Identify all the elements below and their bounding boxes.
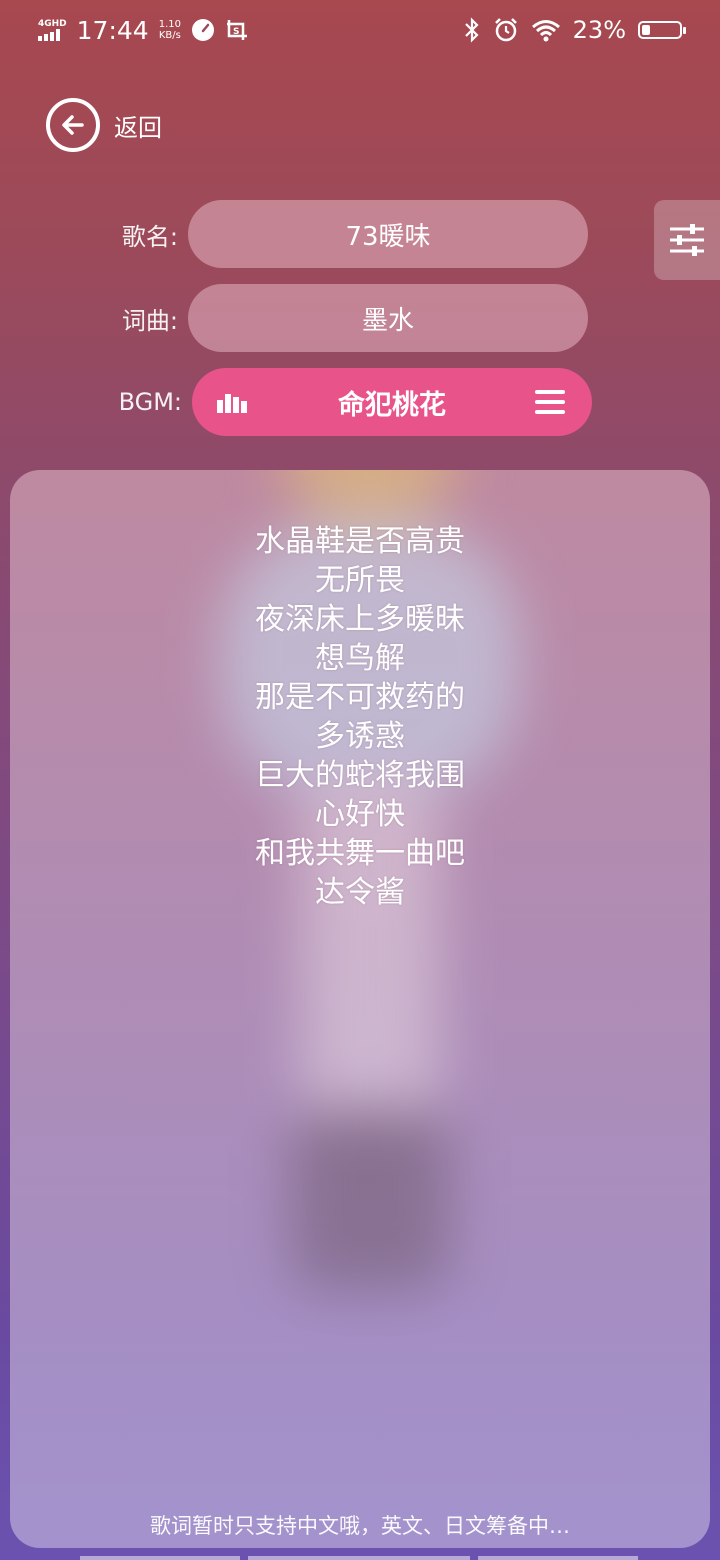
status-left: 4GHD 17:44 1.10 KB/s S (38, 16, 249, 45)
bluetooth-icon (464, 17, 479, 43)
writer-field[interactable]: 墨水 (188, 284, 588, 352)
back-label: 返回 (114, 113, 162, 142)
lyric-line: 水晶鞋是否高贵 (255, 524, 465, 559)
speed-unit: KB/s (158, 30, 181, 41)
lyric-line: 达令酱 (315, 875, 405, 910)
screenshot-icon: S (226, 20, 247, 40)
lyric-line: 那是不可救药的 (255, 680, 465, 715)
back-arrow-icon (46, 98, 100, 152)
language-hint: 歌词暂时只支持中文哦，英文、日文筹备中… (150, 1514, 570, 1538)
battery-icon (638, 21, 686, 39)
writer-row: 词曲: 墨水 (0, 284, 588, 352)
settings-button[interactable] (654, 200, 720, 280)
lyric-line: 多诱惑 (315, 719, 405, 754)
bottom-tab-indicator (248, 1556, 470, 1560)
lyrics-text: 水晶鞋是否高贵 无所畏 夜深床上多暖昧 想鸟解 那是不可救药的 多诱惑 巨大的蛇… (10, 522, 710, 912)
lyric-line: 心好快 (315, 797, 405, 832)
status-right: 23% (463, 16, 686, 44)
network-speed: 1.10 KB/s (159, 19, 181, 41)
song-name-label: 歌名: (121, 222, 178, 251)
song-name-row: 歌名: 73暖味 (0, 200, 588, 268)
lyric-line: 夜深床上多暖昧 (255, 602, 465, 637)
svg-text:S: S (233, 27, 239, 37)
sliders-icon (670, 224, 704, 256)
bgm-label: BGM: (118, 388, 182, 416)
bgm-selector[interactable]: 命犯桃花 (192, 368, 592, 436)
song-name-field[interactable]: 73暖味 (188, 200, 588, 268)
lyric-line: 巨大的蛇将我围 (255, 758, 465, 793)
lyric-line: 和我共舞一曲吧 (255, 836, 465, 871)
bgm-row: BGM: 命犯桃花 (0, 368, 592, 436)
lyrics-panel[interactable]: 水晶鞋是否高贵 无所畏 夜深床上多暖昧 想鸟解 那是不可救药的 多诱惑 巨大的蛇… (10, 470, 710, 1548)
writer-label: 词曲: (121, 306, 178, 335)
equalizer-icon (217, 394, 247, 413)
bottom-tab-indicator (80, 1556, 240, 1560)
network-type: 4GHD (38, 19, 67, 29)
bottom-tab-indicator (478, 1556, 638, 1560)
alarm-icon (494, 18, 517, 42)
battery-percent: 23% (572, 16, 626, 44)
speed-value: 1.10 (158, 19, 181, 30)
signal-icon: 4GHD (38, 19, 67, 41)
back-button[interactable]: 返回 (46, 98, 162, 152)
menu-icon[interactable] (534, 388, 566, 416)
speedometer-icon (191, 19, 214, 41)
status-bar: 4GHD 17:44 1.10 KB/s S 23% (0, 0, 720, 60)
clock: 17:44 (76, 15, 149, 45)
lyric-line: 无所畏 (315, 563, 405, 598)
bgm-title: 命犯桃花 (338, 389, 446, 421)
wifi-icon (531, 20, 560, 42)
lyric-line: 想鸟解 (315, 641, 405, 676)
